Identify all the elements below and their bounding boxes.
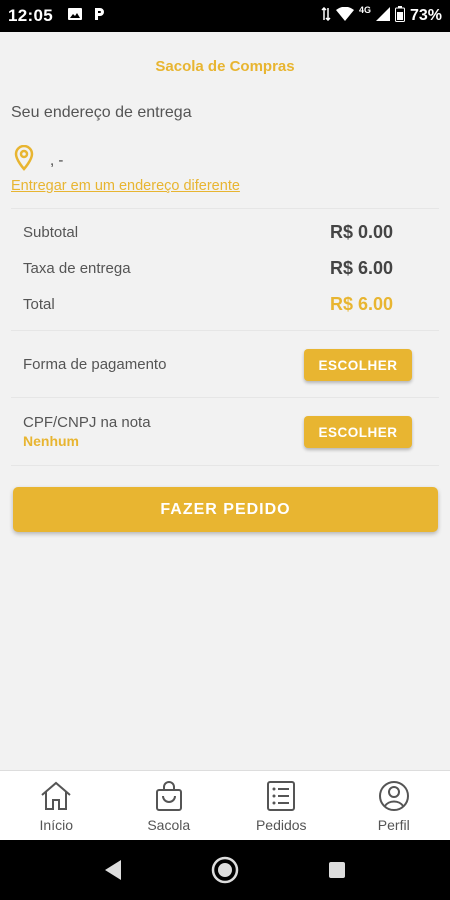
cell-signal-icon bbox=[375, 6, 390, 26]
divider bbox=[11, 330, 439, 331]
nav-label-home: Início bbox=[39, 817, 73, 833]
delivery-fee-row: Taxa de entrega R$ 6.00 bbox=[23, 258, 393, 279]
choose-tax-id-button[interactable]: ESCOLHER bbox=[304, 416, 412, 448]
place-order-button[interactable]: FAZER PEDIDO bbox=[13, 487, 438, 532]
status-time: 12:05 bbox=[8, 6, 53, 25]
recents-icon[interactable] bbox=[281, 840, 393, 900]
delivery-address: , - bbox=[50, 152, 64, 169]
tax-id-value: Nenhum bbox=[23, 433, 79, 449]
bag-icon bbox=[152, 779, 186, 813]
address-row: , - bbox=[14, 144, 64, 176]
app-header: Sacola de Compras bbox=[0, 32, 450, 100]
subtotal-label: Subtotal bbox=[23, 224, 79, 241]
battery-icon bbox=[394, 5, 405, 27]
status-bar: 12:05 4G 73% bbox=[0, 0, 450, 32]
payment-method-label: Forma de pagamento bbox=[23, 356, 167, 373]
parking-icon bbox=[91, 6, 107, 27]
nav-item-orders[interactable]: Pedidos bbox=[225, 771, 338, 840]
nav-label-bag: Sacola bbox=[147, 817, 191, 833]
gallery-icon bbox=[67, 6, 83, 27]
network-type: 4G bbox=[358, 5, 371, 15]
back-icon[interactable] bbox=[57, 840, 169, 900]
system-nav-bar bbox=[0, 840, 450, 900]
location-pin-icon bbox=[14, 144, 34, 176]
total-row: Total R$ 6.00 bbox=[23, 294, 393, 315]
delivery-section-title: Seu endereço de entrega bbox=[11, 104, 192, 121]
nav-item-profile[interactable]: Perfil bbox=[338, 771, 450, 840]
bottom-nav: Início Sacola Pedidos Perfil bbox=[0, 770, 450, 840]
battery-level: 73% bbox=[409, 7, 442, 24]
page-title: Sacola de Compras bbox=[155, 57, 295, 75]
choose-payment-button[interactable]: ESCOLHER bbox=[304, 349, 412, 381]
profile-icon bbox=[377, 779, 411, 813]
delivery-fee-value: R$ 6.00 bbox=[329, 258, 393, 278]
total-value: R$ 6.00 bbox=[329, 294, 393, 314]
delivery-fee-label: Taxa de entrega bbox=[23, 260, 131, 277]
home-icon bbox=[39, 779, 73, 813]
nav-label-orders: Pedidos bbox=[255, 817, 307, 833]
alternate-address-link[interactable]: Entregar em um endereço diferente bbox=[11, 178, 240, 194]
nav-item-bag[interactable]: Sacola bbox=[113, 771, 226, 840]
tax-id-label: CPF/CNPJ na nota bbox=[23, 414, 151, 431]
divider bbox=[11, 208, 439, 209]
wifi-icon bbox=[335, 6, 354, 26]
divider bbox=[11, 397, 439, 398]
nav-item-home[interactable]: Início bbox=[0, 771, 113, 840]
subtotal-value: R$ 0.00 bbox=[329, 222, 393, 242]
subtotal-row: Subtotal R$ 0.00 bbox=[23, 222, 393, 243]
divider bbox=[11, 465, 439, 466]
list-icon bbox=[264, 779, 298, 813]
nav-label-profile: Perfil bbox=[377, 817, 410, 833]
home-button-icon[interactable] bbox=[169, 840, 281, 900]
signal-arrows-icon bbox=[321, 6, 331, 26]
total-label: Total bbox=[23, 296, 55, 313]
